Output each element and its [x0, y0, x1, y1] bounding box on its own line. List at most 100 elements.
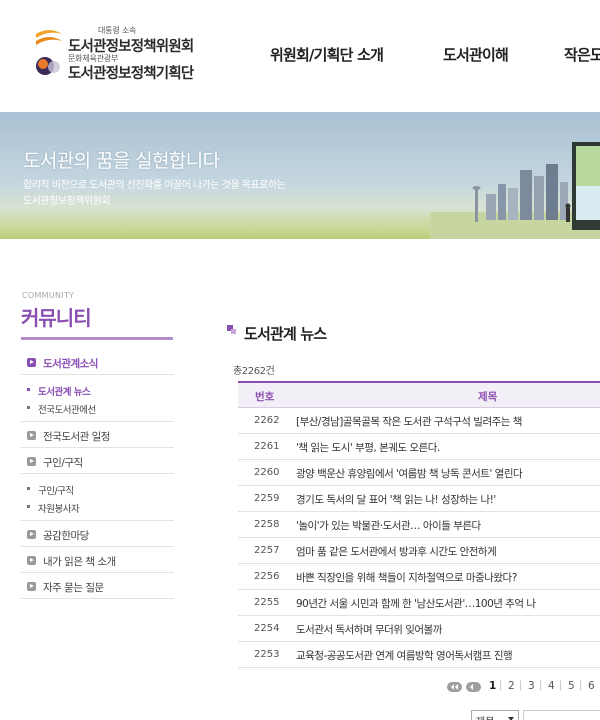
table-row[interactable]: 2254 도서관서 독서하며 무더위 잊어볼까 [238, 616, 600, 642]
table-row[interactable]: 2258 '놀이'가 있는 박물관·도서관… 아이들 부른다 [238, 512, 600, 538]
row-number: 2254 [254, 623, 280, 634]
news-table: 번호 제목 2262 [부산/경남]골목골목 작은 도서관 구석구석 빌려주는 책… [238, 381, 600, 668]
search-field-select[interactable]: 제목 [471, 710, 519, 720]
table-row[interactable]: 2253 교육청-공공도서관 연계 여름방학 영어독서캠프 진행 [238, 642, 600, 668]
row-number: 2253 [254, 649, 280, 660]
table-row[interactable]: 2260 광양 백운산 휴양림에서 '여름밤 책 낭독 콘서트' 열린다 [238, 460, 600, 486]
row-subject-link[interactable]: '놀이'가 있는 박물관·도서관… 아이들 부른다 [296, 518, 481, 533]
table-row[interactable]: 2259 경기도 독서의 달 표어 '책 읽는 나! 성장하는 나!' [238, 486, 600, 512]
sidebar-subitem-nationwide-libraries[interactable]: 전국도서관에선 [21, 399, 174, 417]
search-field-value: 제목 [476, 713, 494, 720]
square-bullet-icon [27, 406, 30, 409]
row-subject-link[interactable]: 90년간 서울 시민과 함께 한 '남산도서관'…100년 추억 나 [296, 596, 536, 611]
row-subject-link[interactable]: 엄마 품 같은 도서관에서 방과후 시간도 안전하게 [296, 544, 497, 559]
sidebar-menu: 도서관계소식 도서관계 뉴스 전국도서관에선 전국도서관 일정 구인/구직 구인… [21, 349, 174, 599]
nav-item-library-info[interactable]: 도서관이해 [443, 44, 509, 65]
sidebar-item-faq[interactable]: 자주 묻는 질문 [21, 573, 174, 599]
search-input[interactable] [523, 710, 600, 720]
table-row[interactable]: 2255 90년간 서울 시민과 함께 한 '남산도서관'…100년 추억 나 [238, 590, 600, 616]
column-header-number: 번호 [255, 391, 275, 403]
arrow-bullet-icon [27, 457, 36, 466]
sidebar-item-label: 공감한마당 [43, 530, 89, 542]
city-skyline-illustration [430, 142, 600, 239]
sidebar-subitem-label: 구인/구직 [38, 486, 74, 497]
row-subject-link[interactable]: 경기도 독서의 달 표어 '책 읽는 나! 성장하는 나!' [296, 492, 496, 507]
sidebar-item-book-review[interactable]: 내가 읽은 책 소개 [21, 547, 174, 573]
arrow-bullet-icon [27, 530, 36, 539]
row-subject-link[interactable]: 도서관서 독서하며 무더위 잊어볼까 [296, 622, 442, 637]
page-link-4[interactable]: 4 [548, 680, 555, 692]
row-number: 2262 [254, 415, 280, 426]
table-row[interactable]: 2257 엄마 품 같은 도서관에서 방과후 시간도 안전하게 [238, 538, 600, 564]
sidebar-subitem-label: 도서관계 뉴스 [38, 387, 91, 398]
row-subject-link[interactable]: 교육청-공공도서관 연계 여름방학 영어독서캠프 진행 [296, 648, 513, 663]
page-link-6[interactable]: 6 [588, 680, 595, 692]
table-row[interactable]: 2262 [부산/경남]골목골목 작은 도서관 구석구석 빌려주는 책 [238, 408, 600, 434]
first-page-icon[interactable] [447, 682, 462, 692]
sidebar-title-underline [21, 337, 173, 340]
page-separator: | [579, 680, 583, 691]
sidebar-subitem-label: 자원봉사자 [38, 504, 80, 515]
square-bullet-icon [27, 487, 30, 490]
page-separator: | [499, 680, 503, 691]
row-subject-link[interactable]: '책 읽는 도시' 부평, 본궤도 오른다. [296, 440, 440, 455]
sidebar-subitem-library-news[interactable]: 도서관계 뉴스 [21, 381, 174, 399]
table-row[interactable]: 2256 바쁜 직장인을 위해 책들이 지하철역으로 마중나왔다? [238, 564, 600, 590]
row-subject-link[interactable]: 광양 백운산 휴양림에서 '여름밤 책 낭독 콘서트' 열린다 [296, 466, 523, 481]
page-separator: | [519, 680, 523, 691]
sidebar-item-label: 내가 읽은 책 소개 [43, 556, 116, 568]
row-number: 2256 [254, 571, 280, 582]
row-number: 2260 [254, 467, 280, 478]
square-bullet-icon [27, 505, 30, 508]
square-bullet-icon [27, 388, 30, 391]
page-link-3[interactable]: 3 [528, 680, 535, 692]
nav-item-about[interactable]: 위원회/기획단 소개 [270, 44, 384, 65]
sidebar-subitem-label: 전국도서관에선 [38, 405, 96, 416]
arrow-bullet-icon [27, 556, 36, 565]
sidebar-item-library-news-category[interactable]: 도서관계소식 [21, 349, 174, 375]
row-subject-link[interactable]: 바쁜 직장인을 위해 책들이 지하철역으로 마중나왔다? [296, 570, 517, 585]
hero-banner: 도서관의 꿈을 실현합니다 합리적 비전으로 도서관의 선진화를 이끌어 나가는… [0, 112, 600, 239]
banner-subtitle-line2: 도서관정보정책위원회 [23, 196, 111, 207]
sidebar-subitem-volunteers[interactable]: 자원봉사자 [21, 498, 174, 516]
row-subject-link[interactable]: [부산/경남]골목골목 작은 도서관 구석구석 빌려주는 책 [296, 414, 522, 429]
total-count: 총2262건 [233, 366, 275, 377]
row-number: 2258 [254, 519, 280, 530]
row-number: 2259 [254, 493, 280, 504]
nav-item-small-library[interactable]: 작은도 [564, 44, 600, 65]
table-row[interactable]: 2261 '책 읽는 도시' 부평, 본궤도 오른다. [238, 434, 600, 460]
sidebar-item-label: 구인/구직 [43, 457, 83, 469]
page-separator: | [559, 680, 563, 691]
global-nav: 위원회/기획단 소개 도서관이해 작은도 [0, 44, 600, 68]
sidebar-item-forum[interactable]: 공감한마당 [21, 521, 174, 547]
sidebar-subitem-jobs[interactable]: 구인/구직 [21, 480, 174, 498]
row-number: 2261 [254, 441, 280, 452]
prev-page-icon[interactable] [466, 682, 481, 692]
row-number: 2255 [254, 597, 280, 608]
column-header-subject: 제목 [478, 391, 498, 403]
page-link-2[interactable]: 2 [508, 680, 515, 692]
page-title: 도서관계 뉴스 [244, 325, 327, 343]
table-header: 번호 제목 [238, 381, 600, 408]
site-header: 대통령 소속 도서관정보정책위원회 문화체육관광부 도서관정보정책기획단 위원회… [0, 0, 600, 112]
page-separator: | [539, 680, 543, 691]
sidebar-submenu-jobs: 구인/구직 자원봉사자 [21, 474, 174, 521]
arrow-bullet-icon [27, 582, 36, 591]
sidebar-item-label: 자주 묻는 질문 [43, 582, 104, 594]
sidebar-item-jobs[interactable]: 구인/구직 [21, 448, 174, 474]
title-square-icon [227, 325, 236, 334]
row-number: 2257 [254, 545, 280, 556]
banner-title: 도서관의 꿈을 실현합니다 [23, 150, 220, 172]
page-link-1[interactable]: 1 [489, 680, 496, 692]
sidebar-eyebrow: COMMUNITY [22, 291, 75, 300]
arrow-bullet-icon [27, 358, 36, 367]
sidebar-submenu-library-news: 도서관계 뉴스 전국도서관에선 [21, 375, 174, 422]
arrow-bullet-icon [27, 431, 36, 440]
banner-subtitle-line1: 합리적 비전으로 도서관의 선진화를 이끌어 나가는 것을 목표로하는 [23, 180, 286, 191]
sidebar-item-label: 도서관계소식 [43, 358, 98, 370]
sidebar-item-label: 전국도서관 일정 [43, 431, 110, 443]
sidebar-title: 커뮤니티 [21, 306, 92, 330]
sidebar-item-schedule[interactable]: 전국도서관 일정 [21, 422, 174, 448]
pagination: 1 | 2 | 3 | 4 | 5 | 6 [447, 680, 600, 694]
page-link-5[interactable]: 5 [568, 680, 575, 692]
